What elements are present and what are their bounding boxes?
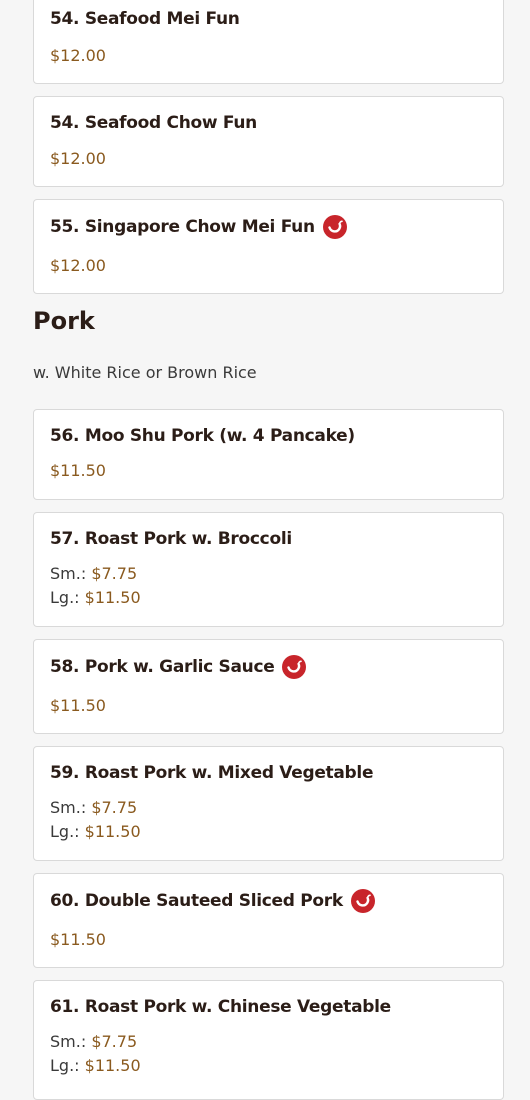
menu-item-name: 54. Seafood Chow Fun xyxy=(50,113,257,133)
menu-item-card[interactable]: 57. Roast Pork w. Broccoli Sm.: $7.75 Lg… xyxy=(33,512,504,627)
large-size-label: Lg.: xyxy=(50,1056,85,1075)
menu-item-price: $11.50 xyxy=(50,696,106,715)
chili-pepper-icon xyxy=(282,655,307,679)
menu-item-card[interactable]: 58. Pork w. Garlic Sauce $11.50 xyxy=(33,639,504,734)
chili-pepper-icon xyxy=(350,889,375,913)
menu-item-name: 58. Pork w. Garlic Sauce xyxy=(50,657,275,677)
menu-item-name: 56. Moo Shu Pork (w. 4 Pancake) xyxy=(50,426,355,446)
small-size-price: $7.75 xyxy=(91,798,138,817)
menu-item-card[interactable]: 59. Roast Pork w. Mixed Vegetable Sm.: $… xyxy=(33,746,504,861)
menu-item-price: $12.00 xyxy=(50,256,106,275)
menu-item-card[interactable]: 54. Seafood Chow Fun $12.00 xyxy=(33,96,504,187)
large-size-label: Lg.: xyxy=(50,588,85,607)
large-size-price: $11.50 xyxy=(84,588,141,607)
small-size-price-row: Sm.: $7.75 xyxy=(50,564,137,583)
menu-item-name: 59. Roast Pork w. Mixed Vegetable xyxy=(50,763,374,783)
menu-item-name-row: 58. Pork w. Garlic Sauce xyxy=(50,655,307,679)
large-size-price: $11.50 xyxy=(84,822,141,841)
section-note: w. White Rice or Brown Rice xyxy=(33,363,257,382)
menu-item-card[interactable]: 54. Seafood Mei Fun $12.00 xyxy=(33,0,504,84)
small-size-label: Sm.: xyxy=(50,798,92,817)
large-size-price-row: Lg.: $11.50 xyxy=(50,822,141,841)
menu-item-name: 61. Roast Pork w. Chinese Vegetable xyxy=(50,997,391,1017)
menu-item-name-row: 60. Double Sauteed Sliced Pork xyxy=(50,889,375,913)
menu-item-price: $12.00 xyxy=(50,149,106,168)
small-size-price-row: Sm.: $7.75 xyxy=(50,1032,137,1051)
small-size-price: $7.75 xyxy=(91,564,138,583)
small-size-price-row: Sm.: $7.75 xyxy=(50,798,137,817)
large-size-price: $11.50 xyxy=(84,1056,141,1075)
menu-item-name: 57. Roast Pork w. Broccoli xyxy=(50,529,292,549)
large-size-price-row: Lg.: $11.50 xyxy=(50,1056,141,1075)
large-size-price-row: Lg.: $11.50 xyxy=(50,588,141,607)
menu-item-name: 60. Double Sauteed Sliced Pork xyxy=(50,891,343,911)
section-title: Pork xyxy=(33,307,95,335)
small-size-label: Sm.: xyxy=(50,1032,92,1051)
small-size-label: Sm.: xyxy=(50,564,92,583)
large-size-label: Lg.: xyxy=(50,822,85,841)
menu-item-name: 54. Seafood Mei Fun xyxy=(50,9,240,29)
menu-item-name: 55. Singapore Chow Mei Fun xyxy=(50,217,315,237)
menu-item-card[interactable]: 60. Double Sauteed Sliced Pork $11.50 xyxy=(33,873,504,968)
menu-item-card[interactable]: 55. Singapore Chow Mei Fun $12.00 xyxy=(33,199,504,294)
menu-item-price: $11.50 xyxy=(50,461,106,480)
menu-item-price: $11.50 xyxy=(50,930,106,949)
chili-pepper-icon xyxy=(322,215,347,239)
menu-item-card[interactable]: 56. Moo Shu Pork (w. 4 Pancake) $11.50 xyxy=(33,409,504,500)
small-size-price: $7.75 xyxy=(91,1032,138,1051)
menu-item-name-row: 55. Singapore Chow Mei Fun xyxy=(50,215,347,239)
menu-item-price: $12.00 xyxy=(50,46,106,65)
menu-item-card[interactable]: 61. Roast Pork w. Chinese Vegetable Sm.:… xyxy=(33,980,504,1100)
